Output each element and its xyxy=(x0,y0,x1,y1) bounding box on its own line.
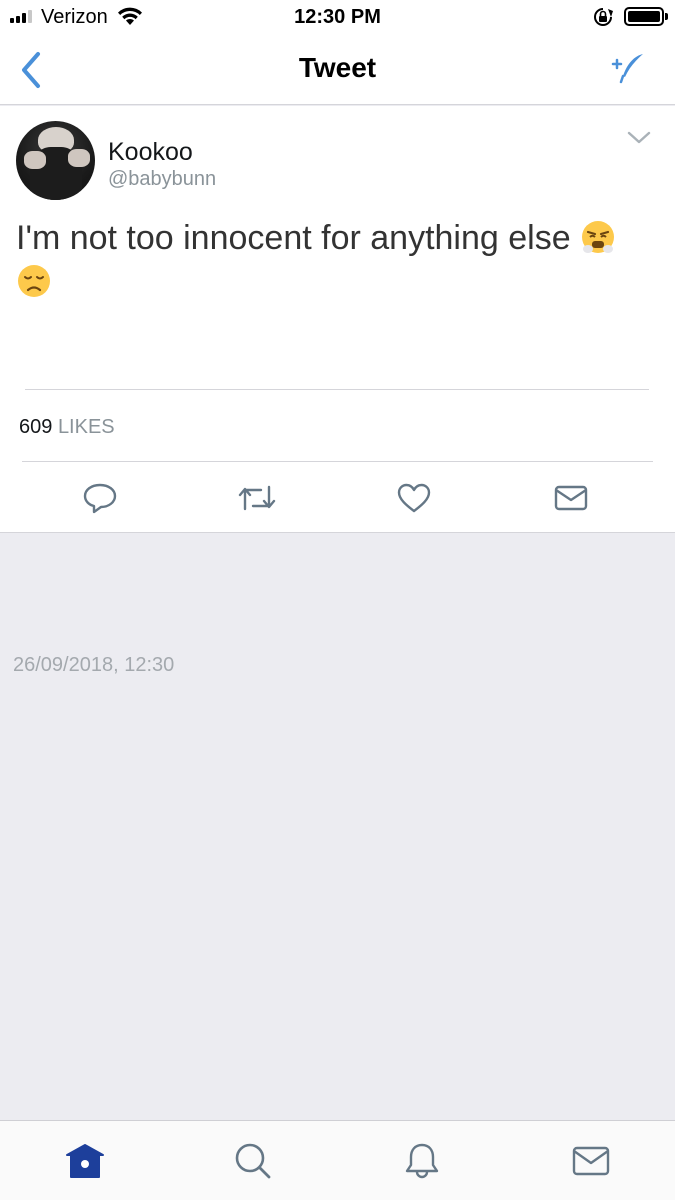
tweet-options-button[interactable] xyxy=(626,130,652,151)
tweet-detail: Kookoo @babybunn I'm not too innocent fo… xyxy=(0,106,675,533)
battery-nub xyxy=(665,13,668,20)
reply-icon xyxy=(83,483,117,514)
divider xyxy=(22,461,653,462)
tweet-text: I'm not too innocent for anything else xyxy=(16,216,646,304)
tab-search[interactable] xyxy=(231,1139,275,1183)
divider xyxy=(25,389,649,390)
direct-message-icon xyxy=(554,485,588,511)
likes-label: LIKES xyxy=(57,416,115,438)
rotation-lock-icon xyxy=(594,8,613,26)
status-bar: Verizon 12:30 PM xyxy=(0,0,675,34)
messages-icon xyxy=(572,1146,610,1176)
home-icon xyxy=(66,1144,104,1178)
battery-icon xyxy=(624,7,664,26)
avatar[interactable] xyxy=(16,121,95,200)
likes-count-link[interactable]: 609 LIKES xyxy=(19,416,115,439)
retweet-button[interactable] xyxy=(237,480,277,516)
direct-message-button[interactable] xyxy=(551,480,591,516)
compose-feather-icon xyxy=(611,54,643,84)
tweet-body: I'm not too innocent for anything else xyxy=(16,219,571,257)
tweet-timestamp: 26/09/2018, 12:30 xyxy=(13,654,175,676)
like-icon xyxy=(397,483,431,513)
tab-messages[interactable] xyxy=(569,1139,613,1183)
tab-home[interactable] xyxy=(63,1139,107,1183)
notifications-icon xyxy=(405,1143,439,1179)
user-handle[interactable]: @babybunn xyxy=(108,168,216,191)
like-button[interactable] xyxy=(394,480,434,516)
likes-count: 609 xyxy=(19,416,53,438)
page-title: Tweet xyxy=(298,52,377,83)
reply-button[interactable] xyxy=(80,480,120,516)
compose-tweet-button[interactable] xyxy=(610,52,648,86)
tab-bar xyxy=(0,1120,675,1200)
chevron-down-icon xyxy=(627,131,651,144)
disappointed-face-icon xyxy=(18,265,50,297)
face-with-steam-from-nose-icon xyxy=(582,221,615,253)
display-name[interactable]: Kookoo xyxy=(108,138,193,167)
tab-notifications[interactable] xyxy=(400,1139,444,1183)
retweet-icon xyxy=(238,485,276,511)
navigation-bar: Tweet xyxy=(0,34,675,105)
status-time: 12:30 PM xyxy=(294,6,381,28)
search-icon xyxy=(235,1143,271,1179)
